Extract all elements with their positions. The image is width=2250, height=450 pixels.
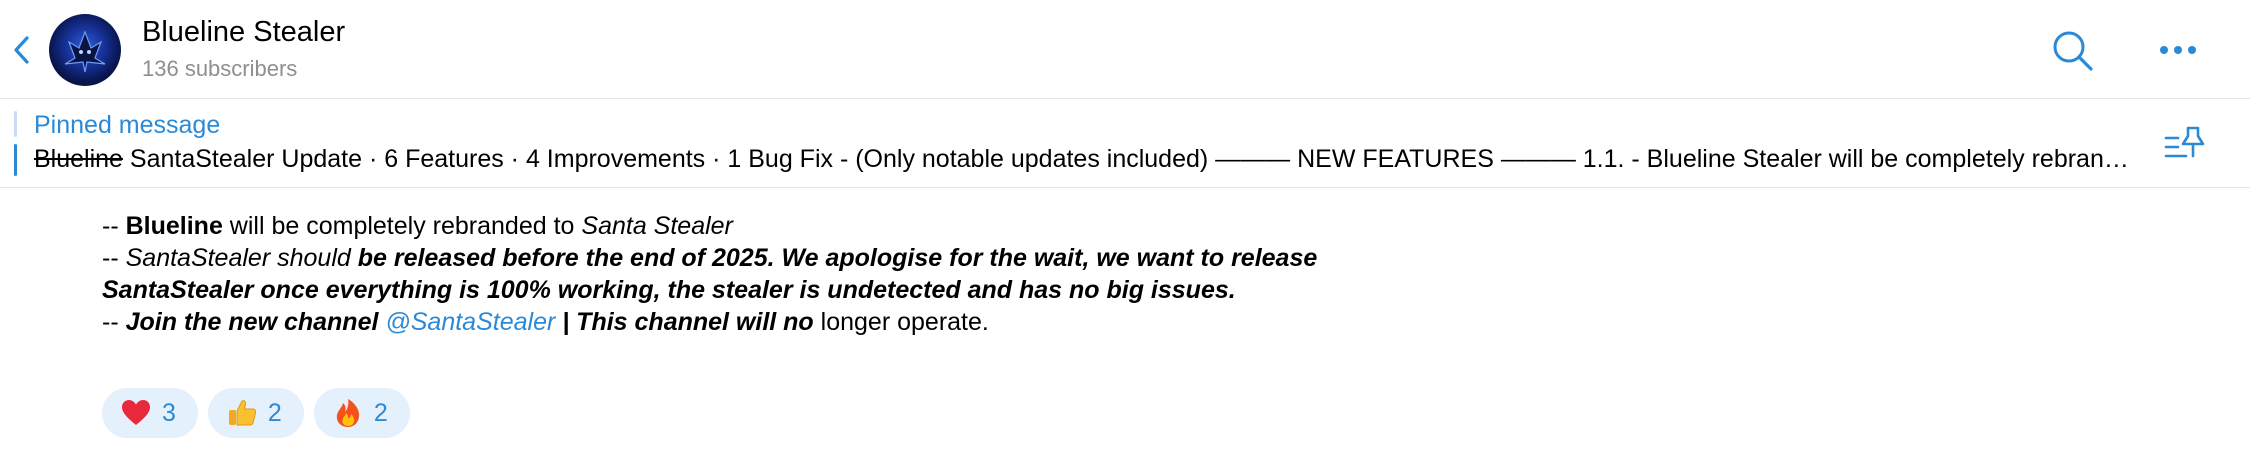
- bold-italic-channel-text: | This channel will no: [555, 308, 814, 336]
- more-icon[interactable]: [2156, 38, 2200, 62]
- avatar-image: [64, 30, 106, 73]
- chat-header: Blueline Stealer 136 subscribers: [0, 0, 2250, 99]
- line-2-dash: --: [102, 244, 126, 272]
- pinned-preview-text: SantaStealer Update · 6 Features · 4 Imp…: [122, 145, 2134, 173]
- reaction-fire[interactable]: 2: [313, 388, 410, 438]
- italic-should: should: [270, 244, 358, 272]
- pinned-struck-word: Blueline: [34, 145, 123, 173]
- channel-mention-link[interactable]: @SantaStealer: [385, 308, 555, 336]
- thumbs-up-icon: [228, 400, 257, 426]
- message-line-3: -- Join the new channel @SantaStealer | …: [102, 306, 1342, 338]
- reaction-count: 2: [267, 398, 282, 427]
- line-1-dash: --: [102, 212, 126, 240]
- pinned-indicator-active: [14, 144, 17, 176]
- message-line-2: -- SantaStealer should be released befor…: [102, 242, 1342, 306]
- line-3-dash: --: [102, 308, 126, 336]
- reaction-heart[interactable]: 3: [102, 388, 198, 438]
- reactions-row: 3 2 2: [102, 388, 410, 438]
- pinned-indicator-inactive: [14, 111, 17, 137]
- bold-italic-join-text: Join the new channel: [125, 308, 386, 336]
- subscriber-count: 136 subscribers: [142, 56, 298, 81]
- pinned-preview: Blueline SantaStealer Update · 6 Feature…: [34, 145, 2134, 174]
- bold-blueline: Blueline: [125, 212, 223, 240]
- reaction-count: 2: [373, 398, 388, 427]
- line-3-end: longer operate.: [813, 308, 989, 336]
- fire-icon: [336, 399, 359, 427]
- reaction-count: 3: [162, 398, 176, 427]
- pinned-message-bar[interactable]: Pinned message Blueline SantaStealer Upd…: [0, 99, 2250, 188]
- line-1-text: will be completely rebranded to: [222, 212, 582, 240]
- italic-santastealer: SantaStealer: [125, 244, 271, 272]
- avatar[interactable]: [49, 14, 121, 86]
- chevron-left-icon[interactable]: [8, 30, 34, 70]
- heart-icon: [122, 400, 150, 425]
- message-line-1: -- Blueline will be completely rebranded…: [102, 210, 1342, 242]
- reaction-thumbs-up[interactable]: 2: [207, 388, 304, 438]
- pin-list-icon[interactable]: [2164, 122, 2208, 162]
- message-body: -- Blueline will be completely rebranded…: [102, 210, 1342, 338]
- search-icon[interactable]: [2050, 28, 2096, 74]
- italic-santa-stealer: Santa Stealer: [581, 212, 733, 240]
- channel-title[interactable]: Blueline Stealer: [142, 16, 345, 49]
- pinned-label: Pinned message: [34, 111, 221, 139]
